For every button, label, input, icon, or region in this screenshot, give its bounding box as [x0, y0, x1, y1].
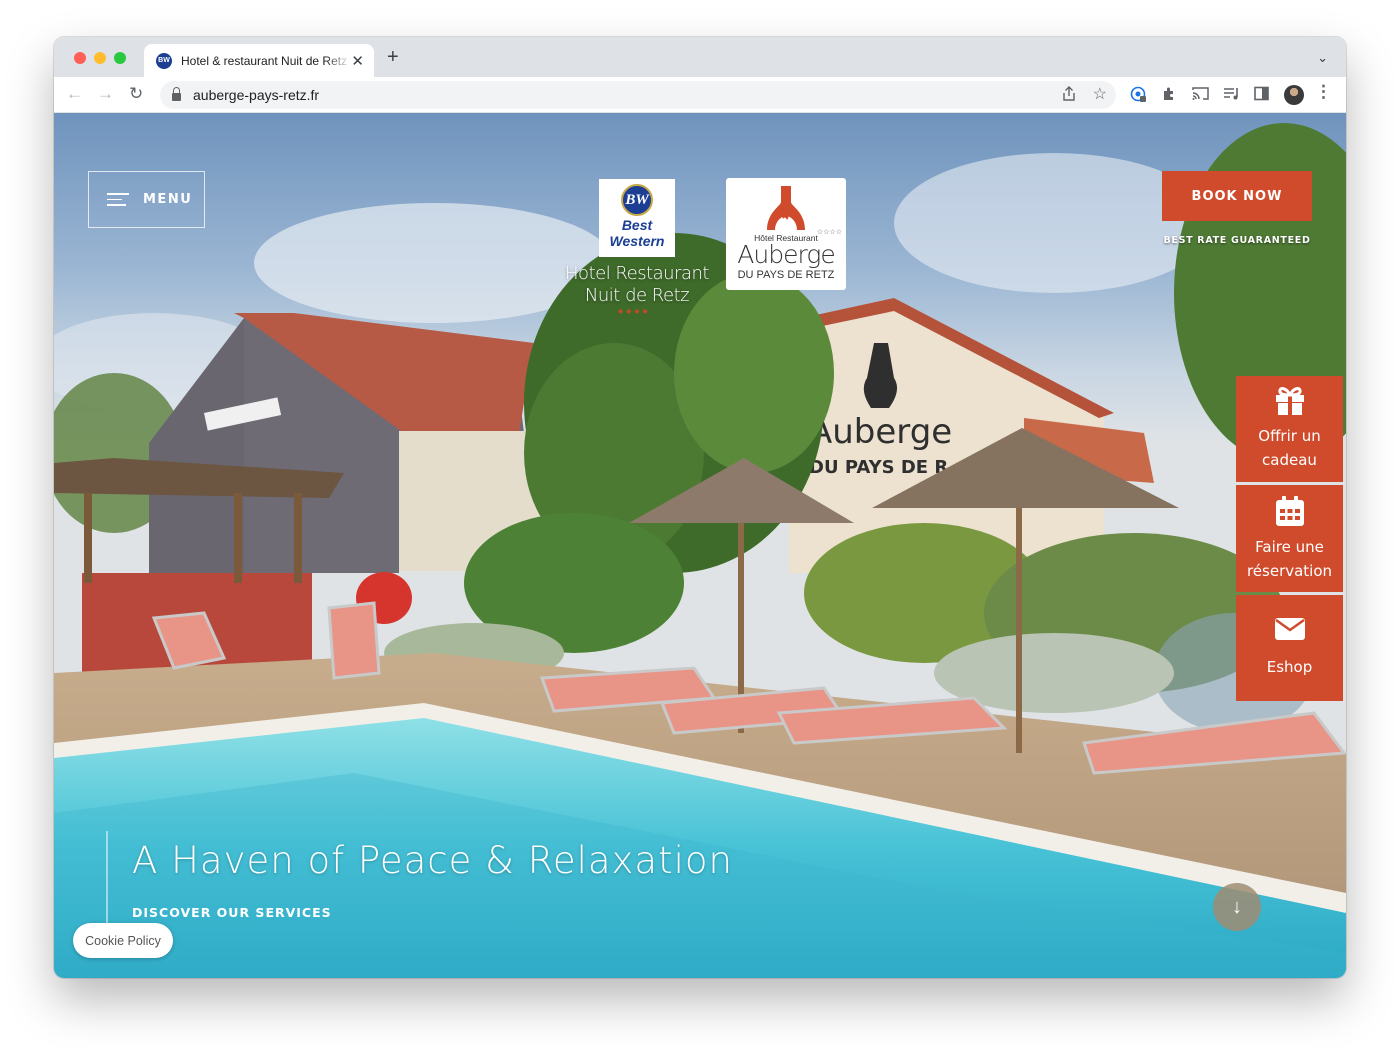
eshop-button[interactable]: Eshop — [1236, 595, 1343, 701]
media-queue-icon[interactable] — [1223, 86, 1240, 101]
hero-divider — [106, 831, 108, 931]
extension-shield-icon[interactable] — [1130, 86, 1147, 103]
menu-button[interactable]: MENU — [88, 171, 205, 228]
svg-text:Auberge: Auberge — [809, 412, 952, 452]
reservation-button[interactable]: Faire une réservation — [1236, 485, 1343, 592]
auberge-name: Auberge — [737, 240, 835, 269]
book-now-button[interactable]: BOOK NOW — [1162, 171, 1312, 221]
reservation-label: Faire une réservation — [1246, 538, 1333, 580]
menu-label: MENU — [143, 192, 193, 207]
minimize-window-button[interactable] — [94, 52, 106, 64]
hero-title: A Haven of Peace & Relaxation — [132, 839, 733, 882]
arrow-down-icon: ↓ — [1232, 895, 1242, 918]
envelope-icon — [1274, 618, 1305, 640]
scroll-down-button[interactable]: ↓ — [1213, 883, 1261, 931]
bookmark-star-icon[interactable]: ☆ — [1093, 84, 1107, 104]
gift-label: Offrir un cadeau — [1258, 427, 1321, 469]
tab-search-chevron-icon[interactable]: ⌄ — [1317, 50, 1328, 66]
maximize-window-button[interactable] — [114, 52, 126, 64]
new-tab-button[interactable]: + — [387, 47, 399, 67]
browser-toolbar: ← → ↻ auberge-pays-retz.fr ☆ ⋮ — [54, 77, 1346, 113]
gift-icon — [1275, 387, 1304, 415]
bw-badge: BW — [621, 184, 653, 216]
tab-title: Hotel & restaurant Nuit de Retz — [181, 53, 348, 68]
browser-tab-active[interactable]: BW Hotel & restaurant Nuit de Retz ✕ — [144, 44, 374, 77]
calendar-icon — [1275, 496, 1304, 526]
bw-line2: Western — [609, 233, 665, 249]
gift-voucher-button[interactable]: Offrir un cadeau — [1236, 376, 1343, 482]
more-menu-icon[interactable]: ⋮ — [1315, 83, 1332, 100]
reload-icon[interactable]: ↻ — [129, 84, 143, 104]
share-icon[interactable] — [1062, 86, 1076, 102]
bw-line1: Best — [621, 217, 653, 233]
hamburger-icon — [107, 193, 129, 206]
tab-close-icon[interactable]: ✕ — [351, 52, 364, 70]
svg-text:DU PAYS DE R: DU PAYS DE R — [809, 457, 948, 478]
profile-avatar[interactable] — [1284, 85, 1304, 105]
forward-arrow-icon[interactable]: → — [97, 84, 114, 104]
best-western-logo[interactable]: BW Best Western — [599, 179, 675, 257]
close-window-button[interactable] — [74, 52, 86, 64]
hotel-name: Hotel Restaurant Nuit de Retz — [554, 263, 720, 307]
best-rate-text: BEST RATE GUARANTEED — [1163, 235, 1311, 246]
tab-strip: BW Hotel & restaurant Nuit de Retz ✕ + ⌄ — [54, 37, 1346, 77]
browser-window: BW Hotel & restaurant Nuit de Retz ✕ + ⌄… — [54, 37, 1346, 978]
chimney-flame-icon — [767, 186, 805, 230]
auberge-subtitle: DU PAYS DE RETZ — [737, 269, 835, 281]
favicon-icon: BW — [156, 52, 172, 69]
page-viewport: Auberge DU PAYS DE R MENU BW Best Wester… — [54, 113, 1346, 978]
lock-icon[interactable] — [172, 87, 181, 101]
hotel-name-line1: Hotel Restaurant — [565, 263, 709, 284]
eshop-label: Eshop — [1266, 658, 1313, 676]
url-text[interactable]: auberge-pays-retz.fr — [193, 87, 319, 103]
auberge-logo[interactable]: ☆☆☆☆ Hôtel Restaurant Auberge DU PAYS DE… — [726, 178, 846, 290]
hotel-stars: ★★★★ — [617, 307, 650, 316]
cast-icon[interactable] — [1192, 86, 1209, 101]
discover-services-link[interactable]: DISCOVER OUR SERVICES — [132, 905, 332, 920]
back-arrow-icon[interactable]: ← — [66, 84, 83, 104]
address-bar[interactable]: auberge-pays-retz.fr ☆ — [160, 81, 1116, 109]
hotel-name-line2: Nuit de Retz — [584, 285, 690, 306]
side-panel-icon[interactable] — [1254, 86, 1269, 101]
auberge-stars: ☆☆☆☆ — [816, 229, 842, 236]
cookie-policy-button[interactable]: Cookie Policy — [73, 923, 173, 958]
extensions-puzzle-icon[interactable] — [1161, 86, 1177, 102]
